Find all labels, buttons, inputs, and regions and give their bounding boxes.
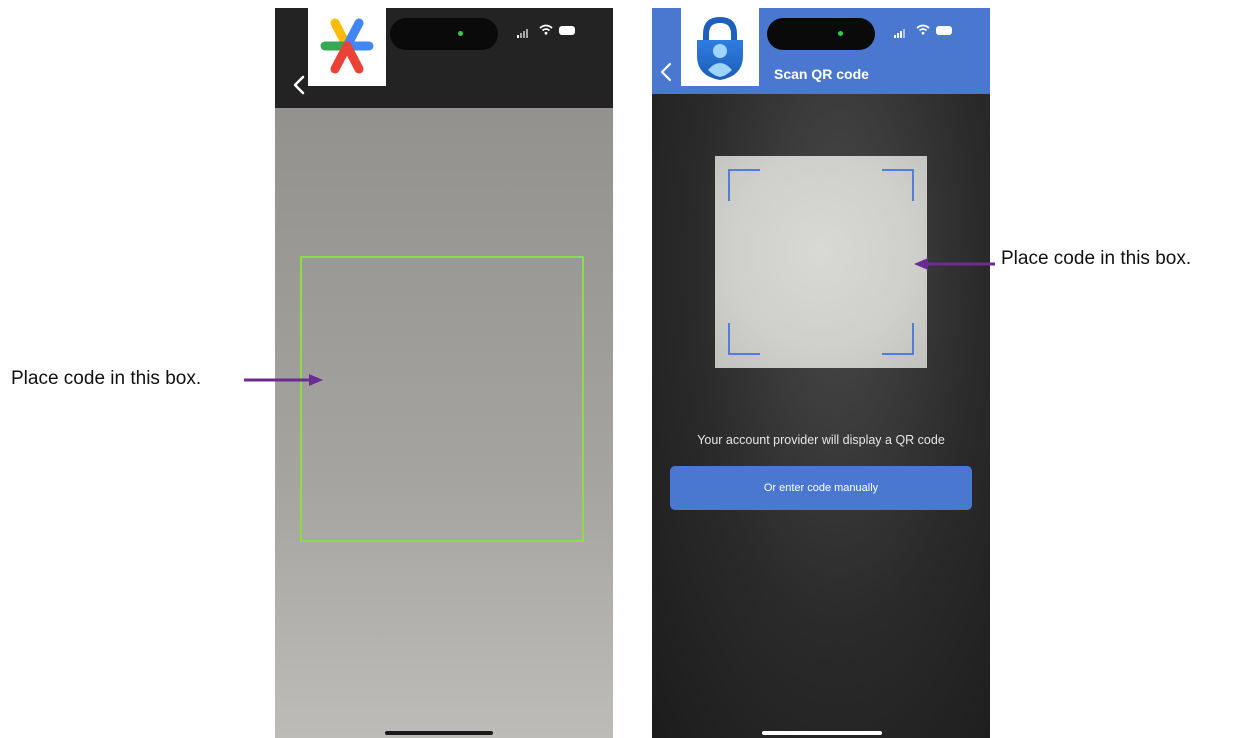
system-icons: [894, 24, 954, 38]
arrow-right-icon: [244, 374, 323, 386]
signal-icon: [517, 35, 519, 38]
corner-bracket: [728, 323, 760, 355]
app-logo: [681, 8, 759, 86]
system-icons: [517, 24, 577, 38]
status-bar: Scan QR code: [652, 8, 990, 94]
home-indicator[interactable]: [385, 731, 493, 735]
camera-indicator: [458, 31, 463, 36]
callout-left: Place code in this box.: [11, 368, 202, 389]
callout-right: Place code in this box.: [1001, 248, 1192, 269]
signal-icon: [894, 35, 896, 38]
arrow-left-icon: [914, 258, 995, 270]
page-title: Scan QR code: [774, 66, 869, 82]
wifi-icon: [539, 24, 553, 35]
corner-bracket: [728, 169, 760, 201]
microsoft-authenticator-screen: Scan QR code Your account provider will …: [652, 8, 990, 738]
app-logo: [308, 8, 386, 86]
chevron-left-icon[interactable]: [656, 61, 678, 83]
home-indicator[interactable]: [762, 731, 882, 735]
google-authenticator-logo-icon: [320, 18, 374, 74]
scan-frame: [300, 256, 584, 542]
status-bar: [275, 8, 613, 108]
corner-bracket: [882, 323, 914, 355]
battery-icon: [936, 26, 952, 35]
battery-icon: [559, 26, 575, 35]
corner-bracket: [882, 169, 914, 201]
qr-scan-area: [715, 156, 927, 368]
wifi-icon: [916, 24, 930, 35]
chevron-left-icon[interactable]: [289, 74, 311, 96]
dynamic-island: [767, 18, 875, 50]
microsoft-authenticator-logo-icon: [697, 17, 743, 80]
dynamic-island: [390, 18, 498, 50]
enter-code-manually-button[interactable]: Or enter code manually: [670, 466, 972, 510]
camera-indicator: [838, 31, 843, 36]
google-authenticator-screen: [275, 8, 613, 738]
scan-prompt: Your account provider will display a QR …: [697, 433, 945, 447]
